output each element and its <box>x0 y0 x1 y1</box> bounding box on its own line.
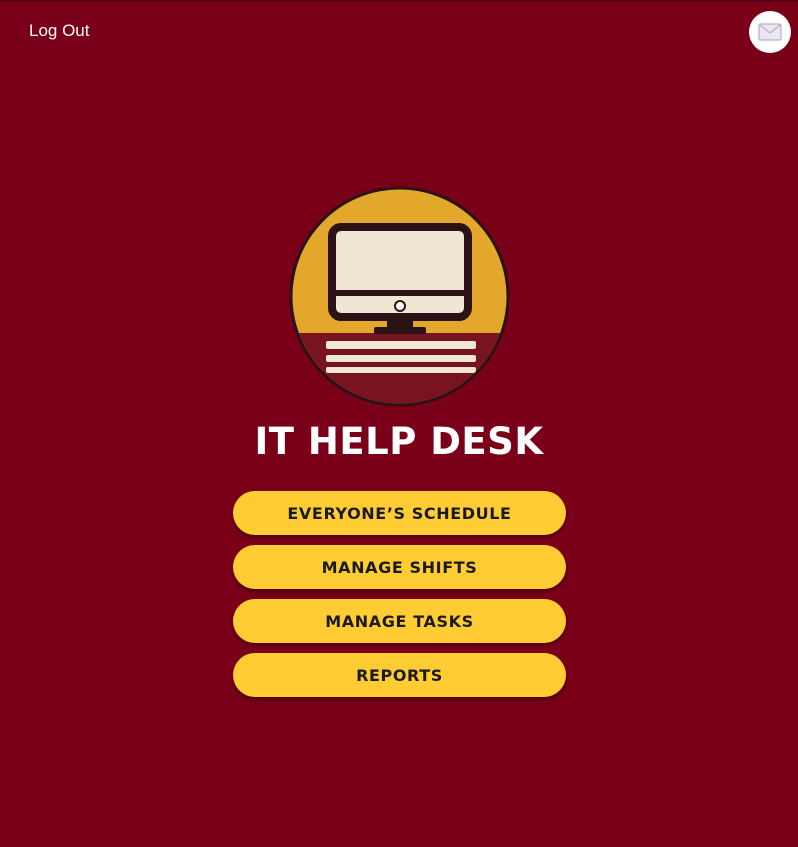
manage-tasks-button[interactable]: MANAGE TASKS <box>233 599 566 643</box>
mail-button[interactable] <box>749 11 791 53</box>
logout-link[interactable]: Log Out <box>29 21 90 41</box>
mail-icon <box>758 23 782 41</box>
top-divider <box>0 0 798 2</box>
computer-monitor-icon <box>328 223 472 334</box>
app-title: IT HELP DESK <box>254 420 544 463</box>
reports-button[interactable]: REPORTS <box>233 653 566 697</box>
main-menu: EVERYONE’S SCHEDULE MANAGE SHIFTS MANAGE… <box>233 491 566 707</box>
help-desk-logo <box>289 186 510 407</box>
everyones-schedule-button[interactable]: EVERYONE’S SCHEDULE <box>233 491 566 535</box>
manage-shifts-button[interactable]: MANAGE SHIFTS <box>233 545 566 589</box>
